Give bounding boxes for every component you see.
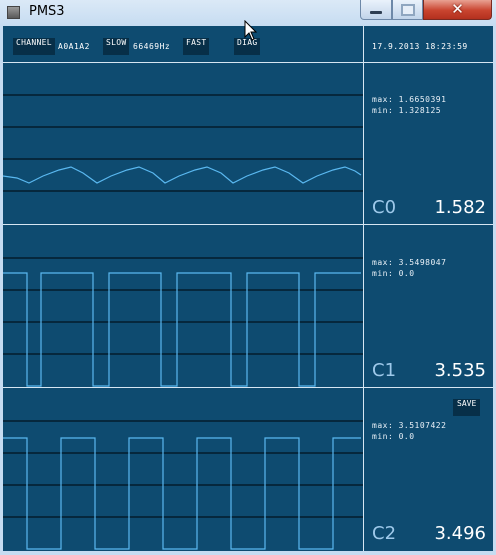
app-icon [7,6,20,19]
channel-divider-0 [3,224,493,225]
channel-plot-c1 [3,226,363,387]
minimize-icon [361,4,391,14]
c1-min: min: 0.0 [372,269,415,278]
panel-divider [363,26,364,551]
c0-value: 1.582 [434,197,486,218]
c2-max: max: 3.5107422 [372,421,447,430]
maximize-button[interactable] [392,0,423,20]
channel-button[interactable]: CHANNEL [13,38,55,55]
c0-label: C0 [372,197,397,218]
close-button[interactable]: ✕ [423,0,492,20]
mouse-cursor-icon [244,20,258,41]
window-title: PMS3 [29,4,65,19]
window-frame-bottom [0,551,496,555]
c1-value: 3.535 [434,360,486,381]
maximize-icon [393,0,422,16]
slow-button[interactable]: SLOW [103,38,130,55]
sample-frequency: 66469Hz [133,42,171,51]
c2-value: 3.496 [434,523,486,544]
c0-max: max: 1.6650391 [372,95,447,104]
c2-min: min: 0.0 [372,432,415,441]
oscilloscope-client: CHANNEL A0A1A2 SLOW 66469Hz FAST DIAG 17… [3,26,493,551]
c1-label: C1 [372,360,397,381]
channel-plot-c2 [3,389,363,550]
c1-max: max: 3.5498047 [372,258,447,267]
channel-plot-c0 [3,63,363,224]
fast-button[interactable]: FAST [183,38,210,55]
channel-divider-1 [3,387,493,388]
minimize-button[interactable] [360,0,392,20]
c2-label: C2 [372,523,397,544]
close-icon: ✕ [451,0,464,18]
waveform-c1 [3,257,363,387]
timestamp: 17.9.2013 18:23:59 [372,42,468,51]
c0-min: min: 1.328125 [372,106,442,115]
waveform-c0 [3,94,363,192]
channel-selection: A0A1A2 [58,42,90,51]
waveform-c2 [3,420,363,550]
save-button[interactable]: SAVE [453,399,481,416]
